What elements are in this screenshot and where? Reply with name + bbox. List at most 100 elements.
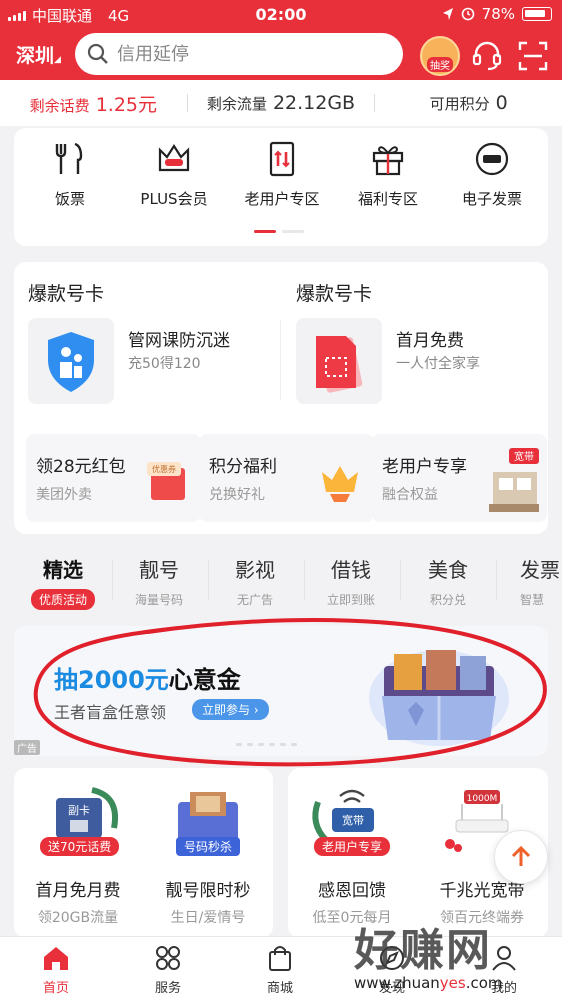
city-selector[interactable]: 深圳◢ [16, 41, 61, 68]
battery-percent: 78% [481, 5, 515, 23]
tab-lucky-number[interactable]: 靓号 海量号码 [111, 554, 207, 608]
tab-label: 商城 [266, 981, 293, 996]
quick-item-label: 电子发票 [461, 190, 522, 208]
shopping-bag-icon [269, 946, 291, 971]
back-to-top-button[interactable] [494, 830, 548, 884]
section-title: 爆款号卡 [28, 283, 105, 305]
quick-item-invoice[interactable]: 电子发票 [442, 140, 542, 209]
bottom-tab-bar: 首页 服务 商城 发现 我的 [0, 936, 562, 1000]
shield-child-icon [48, 332, 94, 392]
tab-home[interactable]: 首页 [16, 943, 96, 996]
tab-sublabel: 优质活动 [30, 589, 95, 610]
points-label: 可用积分 [429, 95, 490, 113]
sub-promo-desc: 融合权益 [382, 487, 438, 503]
promo-tag: 号码秒杀 [176, 837, 241, 856]
home-icon [44, 947, 68, 970]
promo-tag: 老用户专享 [314, 837, 391, 856]
sub-promo-old-user[interactable]: 老用户专享 融合权益 宽带 [372, 434, 547, 522]
points[interactable]: 可用积分 0 [375, 92, 562, 114]
bottom-item-title: 首月免月费 [35, 881, 121, 901]
customer-service-icon[interactable] [470, 39, 504, 73]
sub-promo-title: 老用户专享 [382, 457, 467, 477]
quick-item-meal[interactable]: 饭票 [20, 140, 120, 209]
city-label: 深圳 [16, 45, 55, 67]
search-bar[interactable] [75, 33, 403, 75]
tab-sublabel: 海量号码 [134, 593, 183, 607]
secondary-card-image: 副卡 送70元话费 [30, 782, 126, 862]
tab-featured[interactable]: 精选 优质活动 [15, 554, 111, 610]
remaining-data-value: 22.12GB [272, 92, 356, 114]
tab-label: 精选 [43, 558, 83, 582]
card-label: 1000M [467, 794, 498, 804]
quick-item-old-user[interactable]: 老用户专区 [232, 140, 332, 209]
card-label: 副卡 [68, 804, 90, 817]
phone-credit-value: 1.25元 [95, 93, 157, 116]
bottom-item-secondary-card[interactable]: 副卡 送70元话费 首月免月费 领20GB流量 [14, 782, 142, 927]
quick-item-label: PLUS会员 [140, 190, 208, 208]
status-bar: 中国联通 4G 02:00 78% [0, 0, 562, 30]
search-input[interactable] [117, 43, 377, 65]
services-icon [156, 946, 180, 970]
tab-label: 首页 [42, 981, 69, 996]
search-icon [87, 43, 108, 64]
remaining-data-label: 剩余流量 [206, 95, 267, 113]
profile-icon [492, 946, 516, 971]
quick-item-plus[interactable]: PLUS会员 [124, 140, 224, 209]
promo-name[interactable]: 管网课防沉迷 [128, 326, 230, 351]
tab-video[interactable]: 影视 无广告 [207, 554, 303, 608]
quick-item-label: 老用户专区 [244, 190, 320, 208]
coupon-badge: 优惠券 [152, 464, 176, 474]
tab-invoice[interactable]: 发票 智慧 [496, 554, 562, 608]
page-dot [282, 230, 304, 233]
broadband-router-image: 宽带 老用户专享 [304, 782, 400, 862]
category-tabs: 精选优质活动 靓号海量号码 影视 无广告 借钱 立即到账 美食积分兑 发票 智慧 [0, 548, 562, 614]
promo-tag: 送70元话费 [40, 837, 120, 856]
tab-sublabel: 立即到账 [326, 593, 375, 607]
fork-knife-icon [55, 142, 83, 174]
bottom-item-gratitude[interactable]: 宽带 老用户专享 感恩回馈 低至0元每月 [288, 782, 416, 927]
hand-drawn-circle-annotation [33, 618, 547, 767]
tab-food[interactable]: 美食 积分兑 [400, 554, 496, 608]
tab-loan[interactable]: 借钱 立即到账 [303, 554, 399, 608]
app-header: 深圳◢ 抽奖 [0, 30, 562, 80]
tab-mall[interactable]: 商城 [240, 943, 320, 996]
phone-card-icon [269, 141, 295, 177]
alarm-icon [461, 7, 474, 21]
bottom-item-desc: 低至0元每月 [312, 910, 392, 926]
promo-desc: 充50得120 [128, 356, 201, 372]
lottery-button[interactable]: 抽奖 [420, 36, 460, 76]
sub-promo-title: 领28元红包 [36, 457, 126, 477]
account-balance-bar: 剩余话费 1.25元 剩余流量 22.12GB 可用积分 0 [0, 80, 562, 126]
sub-promo-points[interactable]: 积分福利 兑换好礼 [199, 434, 374, 522]
sub-promo-desc: 兑换好礼 [209, 487, 265, 503]
sub-promo-redpacket[interactable]: 领28元红包 美团外卖 优惠券 [26, 434, 201, 522]
tab-services[interactable]: 服务 [128, 943, 208, 996]
anti-addiction-card-image[interactable] [28, 318, 114, 404]
tab-mine[interactable]: 我的 [464, 943, 544, 996]
bottom-item-lucky-number[interactable]: 号码秒杀 靓号限时秒 生日/爱情号 [144, 782, 272, 927]
bottom-item-desc: 领20GB流量 [37, 910, 119, 926]
promo-name[interactable]: 首月免费 [396, 326, 464, 351]
arrow-up-icon [511, 845, 531, 866]
gift-icon [372, 146, 404, 176]
tab-discover[interactable]: 发现 [352, 943, 432, 996]
scan-icon[interactable] [516, 39, 550, 73]
tab-label: 靓号 [139, 558, 179, 582]
tab-sublabel: 积分兑 [429, 593, 466, 607]
quick-item-welfare[interactable]: 福利专区 [338, 140, 438, 209]
tab-label: 发现 [378, 981, 405, 996]
city-dropdown-icon: ◢ [54, 55, 61, 65]
remaining-data[interactable]: 剩余流量 22.12GB [188, 92, 375, 114]
page-dot [254, 230, 276, 233]
tab-label: 我的 [490, 981, 517, 996]
phone-credit[interactable]: 剩余话费 1.25元 [0, 90, 187, 117]
promo-desc: 一人付全家享 [396, 356, 480, 372]
tab-label: 美食 [428, 558, 468, 582]
free-month-card-image[interactable] [296, 318, 382, 404]
divider [280, 320, 281, 400]
battery-icon [522, 7, 552, 21]
invoice-icon [475, 142, 509, 176]
phone-credit-label: 剩余话费 [29, 96, 90, 115]
quick-item-label: 福利专区 [357, 190, 418, 208]
broadband-badge: 宽带 [514, 450, 534, 463]
